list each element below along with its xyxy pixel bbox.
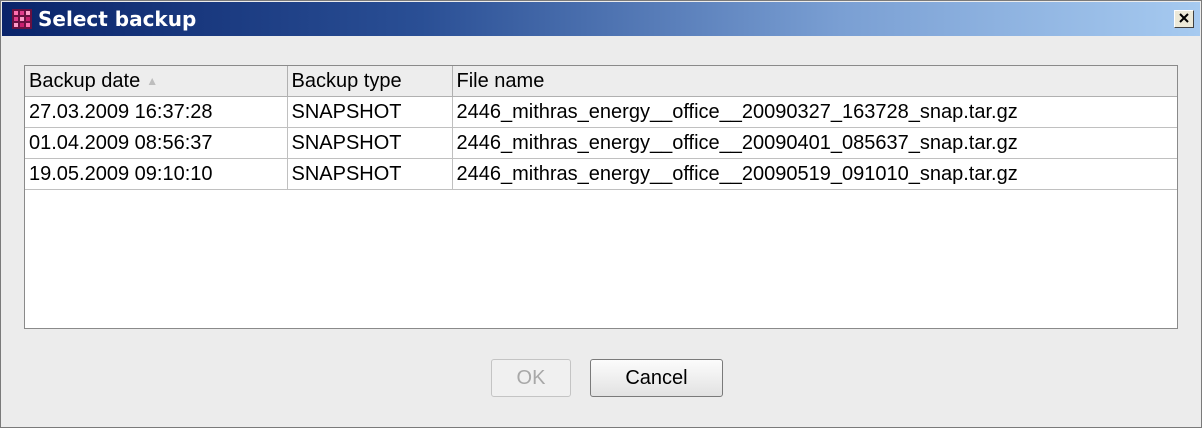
- table-row[interactable]: 27.03.2009 16:37:28 SNAPSHOT 2446_mithra…: [25, 96, 1177, 128]
- table-row[interactable]: 01.04.2009 08:56:37 SNAPSHOT 2446_mithra…: [25, 127, 1177, 159]
- ok-button[interactable]: OK: [491, 359, 571, 397]
- column-header-backup-type[interactable]: Backup type: [287, 66, 453, 97]
- backup-table[interactable]: Backup date ▲ Backup type File name 27.03…: [24, 65, 1178, 329]
- sort-ascending-icon: ▲: [146, 74, 159, 89]
- cell-backup-type: SNAPSHOT: [287, 127, 453, 159]
- close-button[interactable]: [1174, 10, 1194, 28]
- cell-backup-type: SNAPSHOT: [287, 158, 453, 190]
- cancel-button[interactable]: Cancel: [590, 359, 723, 397]
- close-icon: [1179, 10, 1189, 28]
- cell-backup-date: 27.03.2009 16:37:28: [25, 96, 288, 128]
- cell-backup-date: 01.04.2009 08:56:37: [25, 127, 288, 159]
- cell-backup-type: SNAPSHOT: [287, 96, 453, 128]
- select-backup-dialog: Select backup Backup date ▲ Backup type F…: [0, 0, 1202, 428]
- cell-file-name: 2446_mithras_energy__office__20090401_08…: [452, 127, 1177, 159]
- window-title: Select backup: [38, 7, 197, 31]
- table-row[interactable]: 19.05.2009 09:10:10 SNAPSHOT 2446_mithra…: [25, 158, 1177, 190]
- column-header-backup-date[interactable]: Backup date ▲: [25, 66, 288, 97]
- cell-file-name: 2446_mithras_energy__office__20090327_16…: [452, 96, 1177, 128]
- cell-file-name: 2446_mithras_energy__office__20090519_09…: [452, 158, 1177, 190]
- cell-backup-date: 19.05.2009 09:10:10: [25, 158, 288, 190]
- table-header-row: Backup date ▲ Backup type File name: [25, 66, 1177, 97]
- column-header-file-name[interactable]: File name: [452, 66, 1177, 97]
- app-logo-icon: [12, 9, 32, 29]
- title-bar[interactable]: Select backup: [2, 2, 1200, 36]
